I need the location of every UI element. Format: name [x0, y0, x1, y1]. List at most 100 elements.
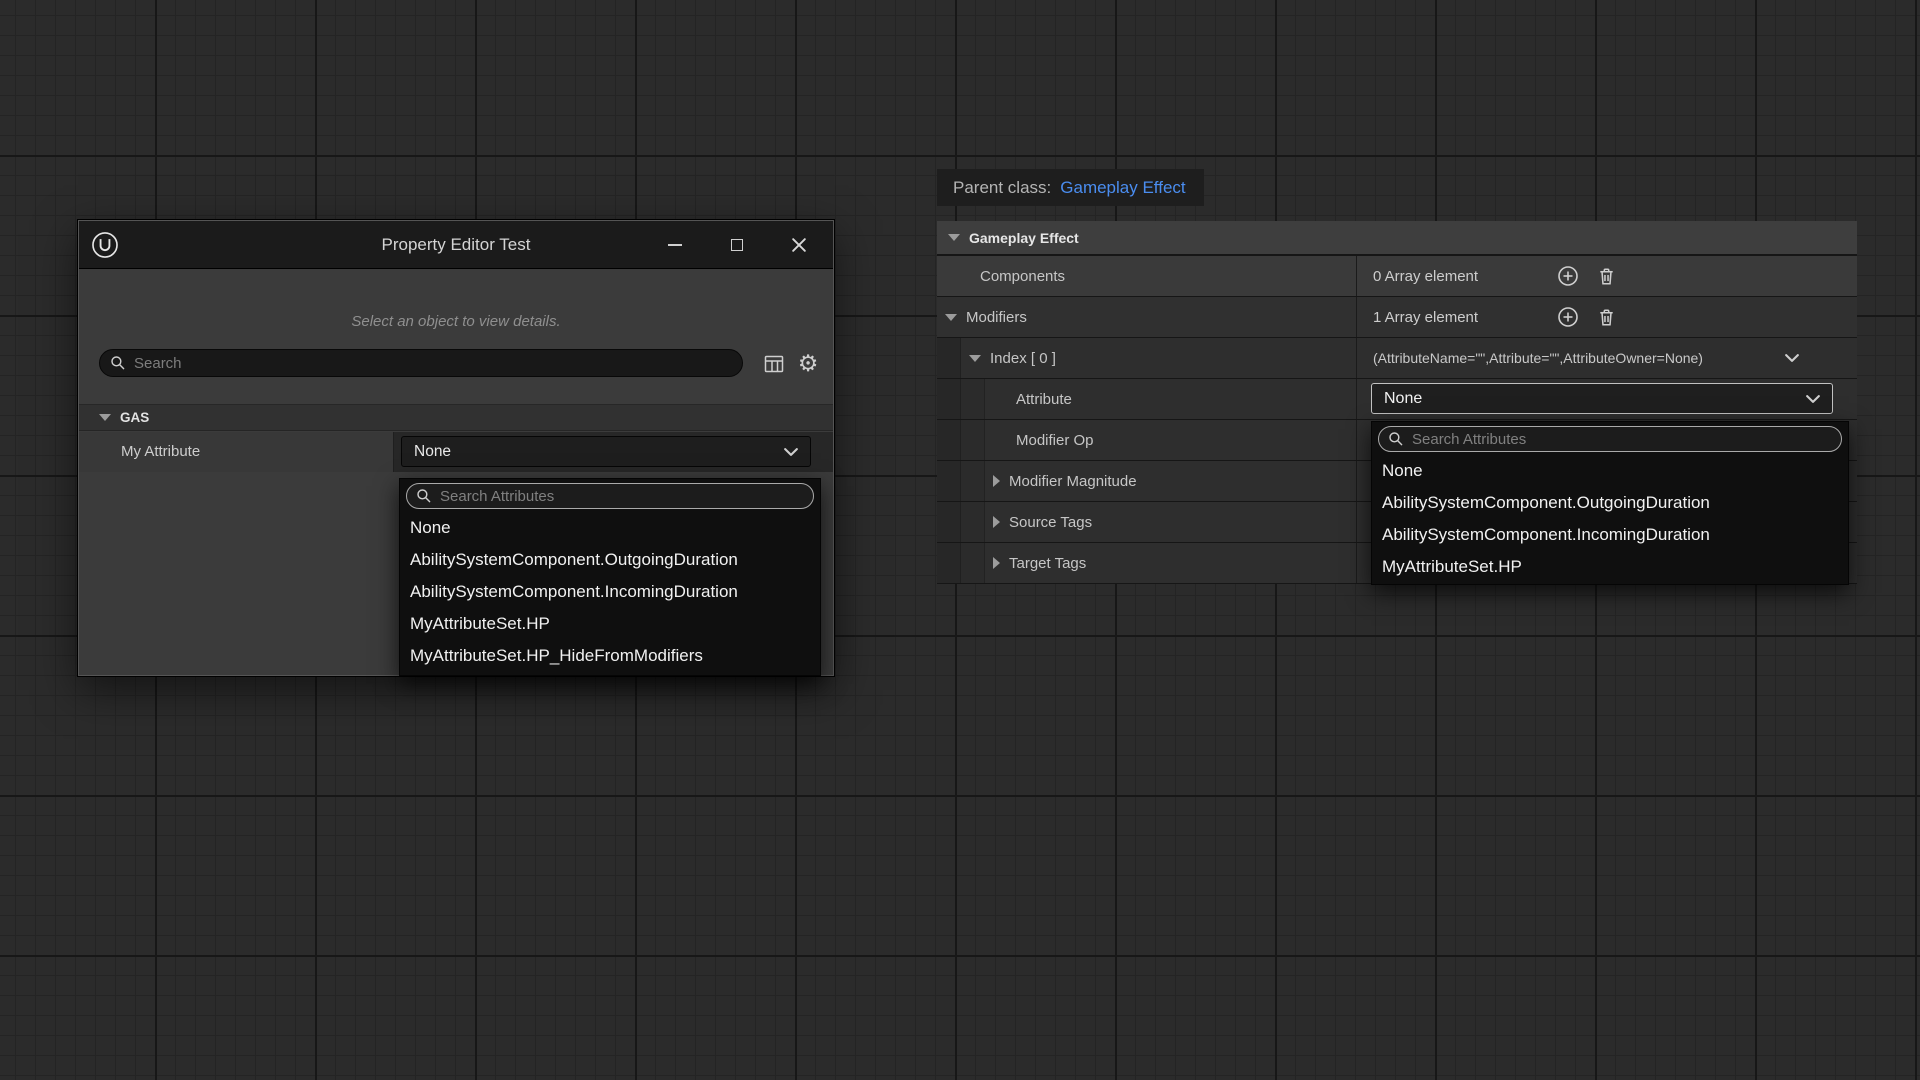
indent-guide [937, 502, 961, 542]
add-element-button[interactable] [1557, 265, 1579, 287]
my-attribute-row: My Attribute None [79, 432, 833, 472]
attributes-search-box[interactable] [1378, 426, 1842, 452]
struct-preview-text: (AttributeName="",Attribute="",Attribute… [1373, 350, 1703, 366]
modifiers-row: Modifiers 1 Array element [937, 297, 1857, 337]
indent-guide [937, 543, 961, 583]
attribute-option-hp[interactable]: MyAttributeSet.HP [1372, 551, 1848, 583]
indent-guide [961, 502, 985, 542]
maximize-button[interactable] [719, 221, 755, 269]
property-name-label: My Attribute [79, 432, 394, 472]
attributes-search-input[interactable] [440, 488, 804, 505]
attribute-option-list: None AbilitySystemComponent.OutgoingDura… [1372, 455, 1848, 583]
minimize-button[interactable] [657, 221, 693, 269]
row-label: Index [ 0 ] [990, 350, 1056, 367]
attribute-option-outgoing-duration[interactable]: AbilitySystemComponent.OutgoingDuration [400, 544, 820, 576]
row-label: Modifiers [966, 309, 1027, 326]
expanded-arrow-icon[interactable] [99, 414, 111, 421]
chevron-down-icon [784, 447, 798, 457]
row-name-cell: Attribute [937, 379, 1357, 419]
attribute-option-hp[interactable]: MyAttributeSet.HP [400, 608, 820, 640]
row-value-cell: None [1357, 379, 1857, 419]
attributes-search-input[interactable] [1412, 431, 1832, 448]
row-name-cell: Modifiers [937, 297, 1357, 337]
expand-struct-button[interactable] [1785, 338, 1799, 378]
row-name-cell: Index [ 0 ] [937, 338, 1357, 378]
attribute-option-list: None AbilitySystemComponent.OutgoingDura… [400, 512, 820, 672]
indent-guide [937, 420, 961, 460]
expanded-arrow-icon[interactable] [948, 234, 960, 241]
attribute-option-hp-hide-from-modifiers[interactable]: MyAttributeSet.HP_HideFromModifiers [400, 640, 820, 672]
row-value-cell: 1 Array element [1357, 297, 1857, 337]
indent-guide [961, 543, 985, 583]
row-name-cell: Modifier Magnitude [937, 461, 1357, 501]
property-value-cell: None [394, 432, 833, 472]
empty-array-button[interactable] [1595, 306, 1617, 328]
add-element-button[interactable] [1557, 306, 1579, 328]
empty-array-button[interactable] [1595, 265, 1617, 287]
row-name-cell: Modifier Op [937, 420, 1357, 460]
attribute-option-incoming-duration[interactable]: AbilitySystemComponent.IncomingDuration [1372, 519, 1848, 551]
minimize-icon [668, 244, 682, 246]
maximize-icon [731, 239, 743, 251]
attribute-option-none[interactable]: None [400, 512, 820, 544]
parent-class-link[interactable]: Gameplay Effect [1060, 178, 1185, 198]
column-view-icon[interactable] [761, 351, 787, 377]
row-label: Components [980, 268, 1065, 285]
components-row: Components 0 Array element [937, 256, 1857, 296]
attribute-combobox[interactable]: None [1371, 383, 1833, 414]
row-name-cell: Source Tags [937, 502, 1357, 542]
index-0-row: Index [ 0 ] (AttributeName="",Attribute=… [937, 338, 1857, 378]
search-icon [110, 355, 126, 371]
category-label: GAS [120, 410, 149, 425]
category-gameplay-effect[interactable]: Gameplay Effect [937, 221, 1857, 254]
array-count: 0 Array element [1373, 268, 1478, 285]
attribute-option-outgoing-duration[interactable]: AbilitySystemComponent.OutgoingDuration [1372, 487, 1848, 519]
empty-selection-hint: Select an object to view details. [79, 313, 833, 330]
chevron-down-icon [1785, 353, 1799, 363]
property-editor-window: Property Editor Test Select an object to… [78, 220, 834, 676]
row-name-cell: Components [937, 256, 1357, 296]
indent-guide [961, 461, 985, 501]
collapsed-arrow-icon[interactable] [993, 516, 1000, 528]
row-label: Modifier Op [985, 432, 1094, 449]
blueprint-grid-background: Property Editor Test Select an object to… [0, 0, 1920, 1080]
attribute-option-incoming-duration[interactable]: AbilitySystemComponent.IncomingDuration [400, 576, 820, 608]
close-button[interactable] [781, 221, 817, 269]
row-value-cell: 0 Array element [1357, 256, 1857, 296]
search-icon [416, 488, 432, 504]
expanded-arrow-icon[interactable] [945, 314, 957, 321]
array-actions [1557, 256, 1617, 296]
search-bar[interactable] [99, 349, 743, 377]
row-name-cell: Target Tags [937, 543, 1357, 583]
category-gas[interactable]: GAS [79, 404, 833, 431]
attribute-picker-dropdown: None AbilitySystemComponent.OutgoingDura… [399, 478, 821, 676]
indent-guide [961, 379, 985, 419]
attribute-option-none[interactable]: None [1372, 455, 1848, 487]
chevron-down-icon [1806, 394, 1820, 404]
combobox-value: None [1384, 390, 1806, 408]
row-label: Target Tags [1009, 555, 1086, 572]
search-input[interactable] [134, 355, 732, 372]
attributes-search-box[interactable] [406, 483, 814, 509]
array-actions [1557, 297, 1617, 337]
my-attribute-combobox[interactable]: None [401, 436, 811, 467]
attribute-row: Attribute None [937, 379, 1857, 419]
close-icon [792, 238, 806, 252]
indent-guide [937, 338, 961, 378]
collapsed-arrow-icon[interactable] [993, 557, 1000, 569]
settings-gear-icon[interactable]: ⚙ [795, 351, 821, 377]
parent-class-label: Parent class: [953, 178, 1051, 198]
combobox-value: None [414, 443, 784, 461]
array-count: 1 Array element [1373, 309, 1478, 326]
indent-guide [937, 379, 961, 419]
expanded-arrow-icon[interactable] [969, 355, 981, 362]
category-label: Gameplay Effect [969, 230, 1079, 246]
collapsed-arrow-icon[interactable] [993, 475, 1000, 487]
row-label: Source Tags [1009, 514, 1092, 531]
parent-class-banner: Parent class: Gameplay Effect [937, 169, 1204, 206]
indent-guide [961, 420, 985, 460]
window-titlebar[interactable]: Property Editor Test [79, 221, 833, 269]
row-label: Modifier Magnitude [1009, 473, 1137, 490]
attribute-picker-dropdown: None AbilitySystemComponent.OutgoingDura… [1371, 421, 1849, 585]
indent-guide [937, 461, 961, 501]
